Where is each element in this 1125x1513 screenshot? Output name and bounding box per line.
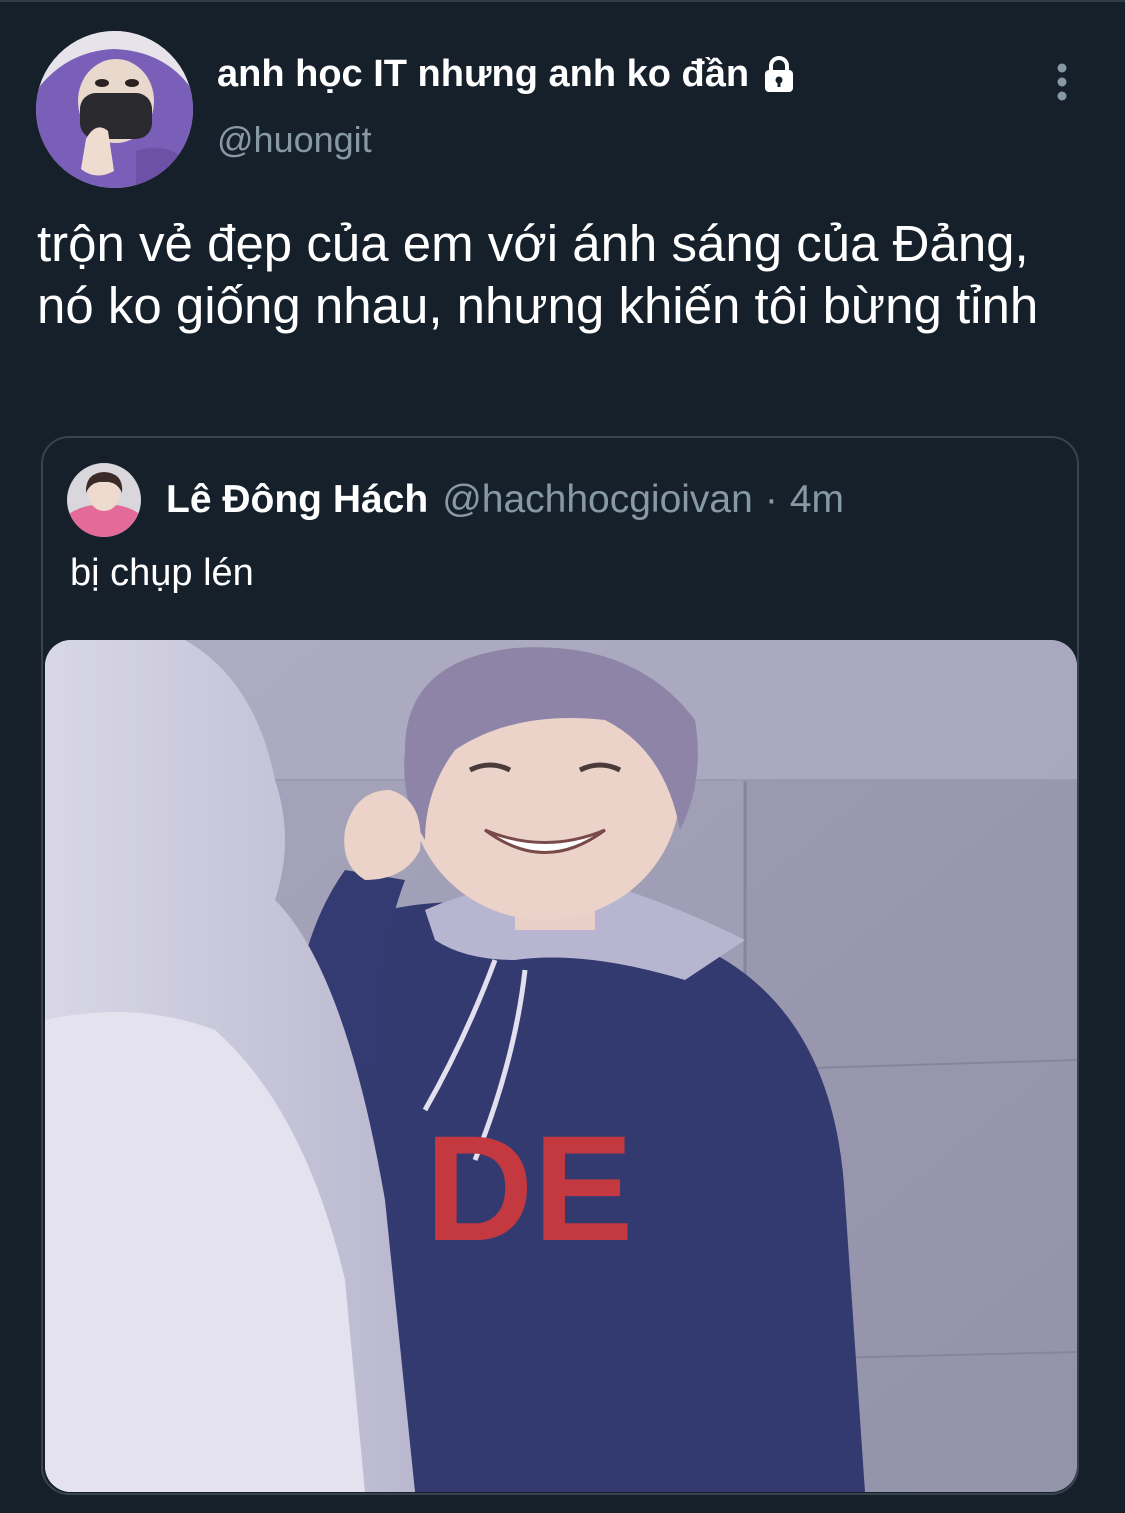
author-display-name[interactable]: anh học IT nhưng anh ko đần [217,48,749,100]
author-display-name-row[interactable]: anh học IT nhưng anh ko đần [217,48,799,100]
tweet-text: trộn vẻ đẹp của em với ánh sáng của Đảng… [37,215,1039,334]
more-vertical-icon[interactable] [1044,60,1080,104]
author-handle[interactable]: @huongit [217,114,372,166]
top-divider [0,0,1125,2]
quoted-author-avatar[interactable] [67,463,141,537]
quoted-author-handle[interactable]: @hachhocgioivan [442,478,753,522]
quoted-tweet-photo[interactable]: DE [45,640,1077,1492]
author-avatar[interactable] [36,31,193,188]
quoted-tweet-text: bị chụp lén [70,552,254,594]
quoted-tweet-timestamp[interactable]: 4m [790,478,844,522]
quoted-author-name[interactable]: Lê Đông Hách [166,478,428,522]
lock-icon [759,54,799,94]
separator-dot: · [764,478,778,521]
quoted-tweet-header: Lê Đông Hách @hachhocgioivan · 4m [166,474,844,526]
photo-shirt-lettering: DE [425,1104,633,1272]
